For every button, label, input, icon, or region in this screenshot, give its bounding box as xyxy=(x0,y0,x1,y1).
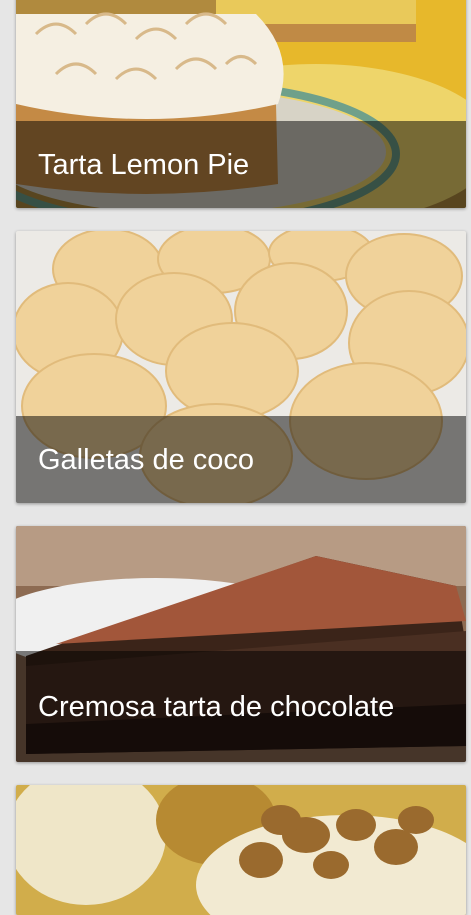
recipe-title: Cremosa tarta de chocolate xyxy=(16,651,466,762)
recipe-image-partial xyxy=(16,785,466,915)
recipe-card-galletas-de-coco[interactable]: Galletas de coco xyxy=(16,231,466,503)
recipe-list: Tarta Lemon Pie Galletas de coco Cremosa… xyxy=(0,0,471,915)
recipe-title: Tarta Lemon Pie xyxy=(16,121,466,208)
recipe-card-partial[interactable] xyxy=(16,785,466,915)
recipe-card-lemon-pie[interactable]: Tarta Lemon Pie xyxy=(16,0,466,208)
recipe-card-cremosa-tarta-de-chocolate[interactable]: Cremosa tarta de chocolate xyxy=(16,526,466,762)
recipe-title: Galletas de coco xyxy=(16,416,466,503)
